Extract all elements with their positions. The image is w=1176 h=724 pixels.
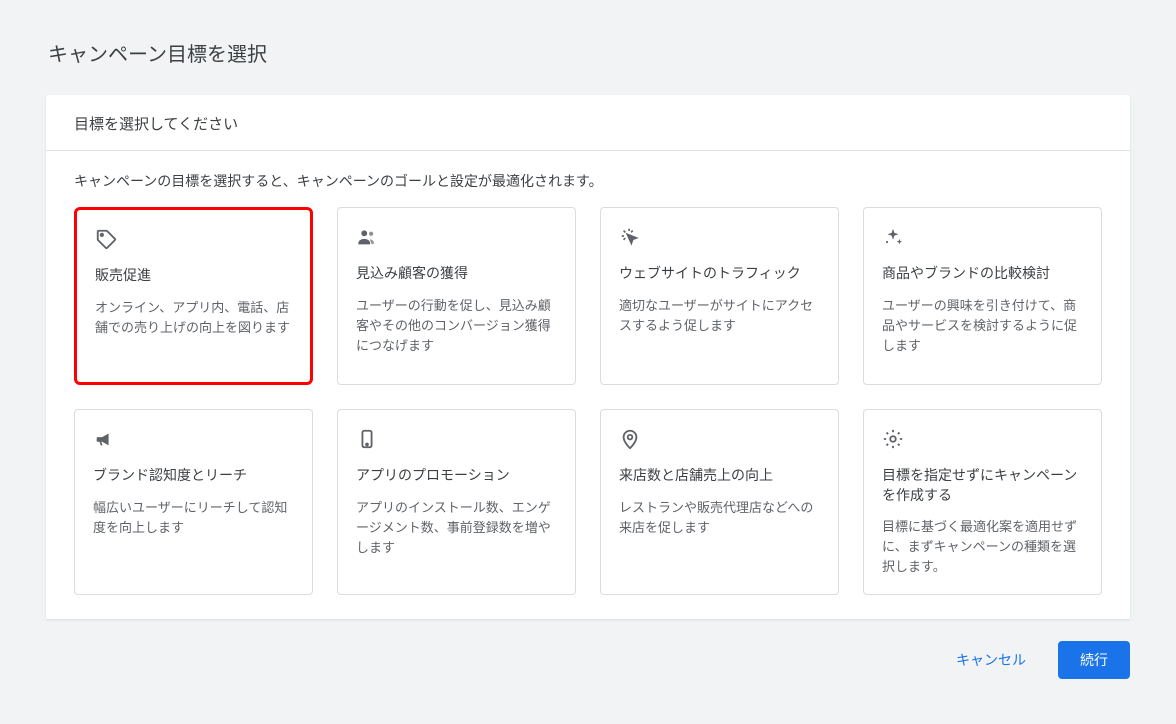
goal-leads[interactable]: 見込み顧客の獲得 ユーザーの行動を促し、見込み顧客やその他のコンバージョン獲得に… (337, 207, 576, 385)
goal-desc: 適切なユーザーがサイトにアクセスするよう促します (619, 296, 820, 336)
goal-title: ウェブサイトのトラフィック (619, 264, 820, 284)
goal-traffic[interactable]: ウェブサイトのトラフィック 適切なユーザーがサイトにアクセスするよう促します (600, 207, 839, 385)
goal-desc: アプリのインストール数、エンゲージメント数、事前登録数を増やします (356, 498, 557, 558)
goal-title: 来店数と店舗売上の向上 (619, 466, 820, 486)
goal-title: ブランド認知度とリーチ (93, 466, 294, 486)
location-pin-icon (619, 428, 820, 452)
goal-no-goal[interactable]: 目標を指定せずにキャンペーンを作成する 目標に基づく最適化案を適用せずに、まずキ… (863, 409, 1102, 595)
tag-icon (95, 228, 292, 252)
goal-desc: レストランや販売代理店などへの来店を促します (619, 498, 820, 538)
goal-desc: ユーザーの興味を引き付けて、商品やサービスを検討するように促します (882, 296, 1083, 356)
goal-desc: オンライン、アプリ内、電話、店舗での売り上げの向上を図ります (95, 298, 292, 338)
goal-awareness[interactable]: ブランド認知度とリーチ 幅広いユーザーにリーチして認知度を向上します (74, 409, 313, 595)
goal-desc: ユーザーの行動を促し、見込み顧客やその他のコンバージョン獲得につなげます (356, 296, 557, 356)
goal-app[interactable]: アプリのプロモーション アプリのインストール数、エンゲージメント数、事前登録数を… (337, 409, 576, 595)
goal-title: 販売促進 (95, 266, 292, 286)
goal-selection-card: 目標を選択してください キャンペーンの目標を選択すると、キャンペーンのゴールと設… (46, 95, 1130, 619)
megaphone-icon (93, 428, 294, 452)
goal-desc: 幅広いユーザーにリーチして認知度を向上します (93, 498, 294, 538)
goal-desc: 目標に基づく最適化案を適用せずに、まずキャンペーンの種類を選択します。 (882, 517, 1083, 577)
cursor-click-icon (619, 226, 820, 250)
section-title: 目標を選択してください (46, 95, 1130, 151)
page-title: キャンペーン目標を選択 (0, 0, 1176, 67)
goal-store-visits[interactable]: 来店数と店舗売上の向上 レストランや販売代理店などへの来店を促します (600, 409, 839, 595)
goal-title: 目標を指定せずにキャンペーンを作成する (882, 466, 1083, 505)
gear-icon (882, 428, 1083, 452)
goal-sales[interactable]: 販売促進 オンライン、アプリ内、電話、店舗での売り上げの向上を図ります (74, 207, 313, 385)
sparkle-icon (882, 226, 1083, 250)
people-icon (356, 226, 557, 250)
section-subtitle: キャンペーンの目標を選択すると、キャンペーンのゴールと設定が最適化されます。 (46, 151, 1130, 207)
goals-grid: 販売促進 オンライン、アプリ内、電話、店舗での売り上げの向上を図ります 見込み顧… (46, 207, 1130, 595)
goal-title: 商品やブランドの比較検討 (882, 264, 1083, 284)
goal-consideration[interactable]: 商品やブランドの比較検討 ユーザーの興味を引き付けて、商品やサービスを検討するよ… (863, 207, 1102, 385)
action-bar: キャンセル 続行 (0, 619, 1176, 679)
continue-button[interactable]: 続行 (1058, 641, 1130, 679)
goal-title: 見込み顧客の獲得 (356, 264, 557, 284)
smartphone-icon (356, 428, 557, 452)
goal-title: アプリのプロモーション (356, 466, 557, 486)
cancel-button[interactable]: キャンセル (944, 642, 1038, 678)
